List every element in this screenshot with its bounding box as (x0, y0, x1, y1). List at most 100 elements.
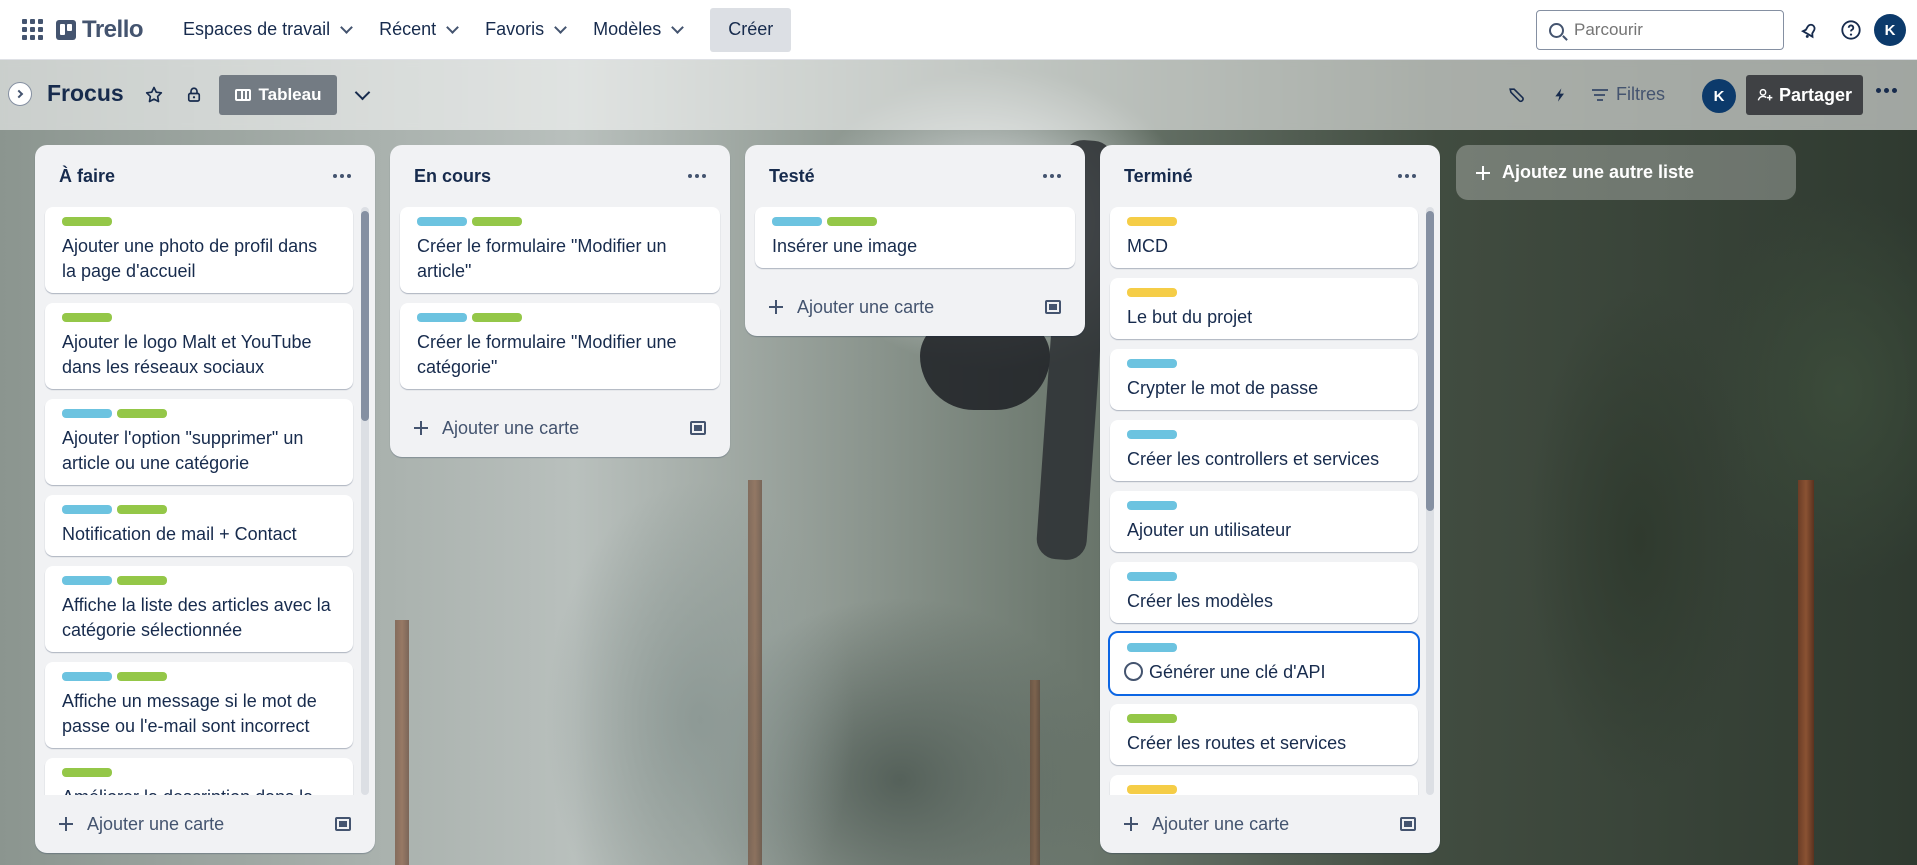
card[interactable] (1110, 775, 1418, 795)
card[interactable]: Créer le formulaire "Modifier une catégo… (400, 303, 720, 389)
list-actions-more-icon[interactable] (1398, 174, 1416, 178)
power-ups-rocket-icon[interactable] (1505, 84, 1527, 106)
card[interactable]: Créer les controllers et services (1110, 420, 1418, 481)
card[interactable]: Notification de mail + Contact (45, 495, 353, 556)
card[interactable]: Ajouter un utilisateur (1110, 491, 1418, 552)
list-title[interactable]: Terminé (1124, 166, 1193, 187)
add-another-list-button[interactable]: Ajoutez une autre liste (1456, 145, 1796, 200)
automation-lightning-icon[interactable] (1549, 84, 1571, 106)
card-label-blue[interactable] (62, 505, 112, 514)
star-icon[interactable] (143, 84, 165, 106)
list-scrollbar-thumb[interactable] (1426, 211, 1434, 511)
card-label-green[interactable] (472, 313, 522, 322)
list-actions-more-icon[interactable] (1043, 174, 1061, 178)
card-label-blue[interactable] (417, 217, 467, 226)
list-title[interactable]: À faire (59, 166, 115, 187)
card-labels (1127, 430, 1401, 439)
card-label-green[interactable] (117, 672, 167, 681)
board-title[interactable]: Frocus (47, 80, 124, 107)
card[interactable]: Ajouter le logo Malt et YouTube dans les… (45, 303, 353, 389)
card[interactable]: Améliorer la description dans la (45, 758, 353, 795)
card-label-blue[interactable] (62, 576, 112, 585)
list-header[interactable]: Terminé (1100, 145, 1440, 207)
card-label-yellow[interactable] (1127, 217, 1177, 226)
add-card-button[interactable]: Ajouter une carte (59, 814, 224, 835)
card[interactable]: Créer les modèles (1110, 562, 1418, 623)
filters-button[interactable]: Filtres (1592, 84, 1665, 105)
mark-complete-circle-icon[interactable] (1124, 662, 1143, 681)
card-label-green[interactable] (827, 217, 877, 226)
nav-templates-menu[interactable]: Modèles (579, 8, 696, 52)
nav-workspaces-menu[interactable]: Espaces de travail (169, 8, 365, 52)
card[interactable]: Insérer une image (755, 207, 1075, 268)
list-title[interactable]: En cours (414, 166, 491, 187)
add-card-button[interactable]: Ajouter une carte (414, 418, 579, 439)
card[interactable]: Le but du projet (1110, 278, 1418, 339)
card-label-green[interactable] (472, 217, 522, 226)
card[interactable]: Affiche la liste des articles avec la ca… (45, 566, 353, 652)
create-from-template-icon[interactable] (1045, 300, 1061, 314)
help-icon[interactable] (1838, 17, 1864, 43)
list-actions-more-icon[interactable] (688, 174, 706, 178)
search-input[interactable] (1574, 20, 1774, 40)
visibility-lock-icon[interactable] (183, 84, 205, 106)
card-title-text: Créer les routes et services (1127, 733, 1347, 753)
create-from-template-icon[interactable] (335, 817, 351, 831)
create-button[interactable]: Créer (710, 7, 792, 52)
card-label-green[interactable] (117, 505, 167, 514)
add-card-button[interactable]: Ajouter une carte (1124, 814, 1289, 835)
add-card-button[interactable]: Ajouter une carte (769, 297, 934, 318)
list-actions-more-icon[interactable] (333, 174, 351, 178)
card-label-blue[interactable] (1127, 643, 1177, 652)
account-avatar[interactable]: K (1874, 14, 1906, 46)
card[interactable]: MCD (1110, 207, 1418, 268)
card-label-blue[interactable] (417, 313, 467, 322)
list-scrollbar[interactable] (1426, 207, 1434, 795)
card-label-green[interactable] (62, 217, 112, 226)
list-scrollbar[interactable] (361, 207, 369, 795)
card[interactable]: Générer une clé d'API (1108, 631, 1420, 696)
notifications-bell-icon[interactable] (1797, 17, 1823, 43)
board-member-avatar[interactable]: K (1702, 79, 1736, 113)
card-label-green[interactable] (1127, 714, 1177, 723)
app-switcher-icon[interactable] (18, 16, 46, 44)
board-view-button[interactable]: Tableau (219, 75, 337, 115)
list-scrollbar-thumb[interactable] (361, 211, 369, 421)
card-label-green[interactable] (117, 409, 167, 418)
card[interactable]: Affiche un message si le mot de passe ou… (45, 662, 353, 748)
card-label-blue[interactable] (1127, 359, 1177, 368)
list-title[interactable]: Testé (769, 166, 815, 187)
search-box[interactable] (1536, 10, 1784, 50)
trello-logo[interactable]: Trello (56, 16, 144, 44)
card-label-blue[interactable] (62, 409, 112, 418)
card-labels (1127, 288, 1401, 297)
card[interactable]: Créer le formulaire "Modifier un article… (400, 207, 720, 293)
create-from-template-icon[interactable] (690, 421, 706, 435)
card-label-blue[interactable] (1127, 572, 1177, 581)
card-label-yellow[interactable] (1127, 288, 1177, 297)
card-label-blue[interactable] (62, 672, 112, 681)
card[interactable]: Ajouter l'option "supprimer" un article … (45, 399, 353, 485)
card-label-green[interactable] (62, 313, 112, 322)
board-menu-more-icon[interactable] (1876, 88, 1897, 93)
card-label-yellow[interactable] (1127, 785, 1177, 794)
share-button[interactable]: Partager (1746, 75, 1863, 115)
list-header[interactable]: Testé (745, 145, 1085, 207)
card-labels (62, 576, 336, 585)
card-label-green[interactable] (62, 768, 112, 777)
list-header[interactable]: En cours (390, 145, 730, 207)
nav-recent-menu[interactable]: Récent (365, 8, 471, 52)
nav-favorites-menu[interactable]: Favoris (471, 8, 579, 52)
views-dropdown-chevron-icon[interactable] (351, 84, 373, 106)
card-label-blue[interactable] (1127, 430, 1177, 439)
card[interactable]: Crypter le mot de passe (1110, 349, 1418, 410)
card[interactable]: Créer les routes et services (1110, 704, 1418, 765)
card-label-blue[interactable] (1127, 501, 1177, 510)
card-label-green[interactable] (117, 576, 167, 585)
list-header[interactable]: À faire (35, 145, 375, 207)
create-from-template-icon[interactable] (1400, 817, 1416, 831)
card-label-blue[interactable] (772, 217, 822, 226)
expand-sidebar-button[interactable] (8, 82, 32, 106)
card-labels (1127, 572, 1401, 581)
card[interactable]: Ajouter une photo de profil dans la page… (45, 207, 353, 293)
